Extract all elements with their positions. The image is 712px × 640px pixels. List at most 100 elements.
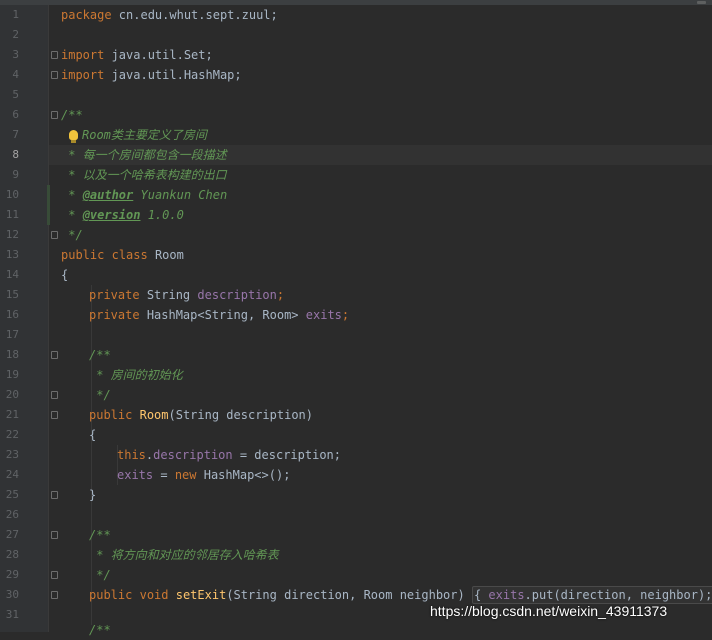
code-line-19[interactable]: * 房间的初始化 [89,365,183,385]
code-line-22[interactable]: { [89,425,96,445]
code-line-28[interactable]: * 将方向和对应的邻居存入哈希表 [89,545,279,565]
fold-icon[interactable] [51,391,58,399]
scroll-marker [697,1,706,4]
code-line-4[interactable]: import java.util.HashMap; [61,65,242,85]
line-number[interactable]: 22 [0,425,19,445]
line-number[interactable]: 19 [0,365,19,385]
comment: /** [89,348,111,362]
code-line-31[interactable]: /** [89,620,111,640]
code-line-27[interactable]: /** [89,525,111,545]
line-number[interactable]: 27 [0,525,19,545]
keyword: public [89,408,133,422]
line-number[interactable]: 8 [0,145,19,165]
code-line-8[interactable]: * 每一个房间都包含一段描述 [61,145,227,165]
keyword: void [139,588,169,602]
code-line-20[interactable]: */ [89,385,110,405]
keyword: private [89,308,140,322]
fold-icon[interactable] [51,231,58,239]
fold-icon[interactable] [51,491,58,499]
line-number[interactable]: 11 [0,205,19,225]
code-line-23[interactable]: this.description = description; [117,445,341,465]
code-line-3[interactable]: import java.util.Set; [61,45,213,65]
line-number[interactable]: 14 [0,265,19,285]
fold-icon[interactable] [51,571,58,579]
fold-icon[interactable] [51,351,58,359]
brace: } [89,488,97,502]
line-number[interactable]: 9 [0,165,19,185]
lightbulb-icon[interactable] [69,130,78,143]
line-number[interactable]: 10 [0,185,19,205]
semicolon: ; [276,288,285,302]
line-number[interactable]: 6 [0,105,19,125]
fold-icon[interactable] [51,591,58,599]
line-number[interactable]: 17 [0,325,19,345]
code-line-13[interactable]: public class Room [61,245,184,265]
code-line-11[interactable]: * @version 1.0.0 [61,205,184,225]
line-number[interactable]: 5 [0,85,19,105]
line-number[interactable]: 31 [0,605,19,625]
comment: * 以及一个哈希表构建的出口 [61,168,227,182]
code-line-24[interactable]: exits = new HashMap<>(); [117,465,290,485]
line-number[interactable]: 25 [0,485,19,505]
line-number[interactable]: 13 [0,245,19,265]
comment: * 将方向和对应的邻居存入哈希表 [89,548,279,562]
comment: 1.0.0 [140,208,184,222]
fold-icon[interactable] [51,111,58,119]
code-line-21[interactable]: public Room(String description) [89,405,313,425]
keyword: new [174,468,197,482]
line-number[interactable]: 26 [0,505,19,525]
code-line-25[interactable]: } [89,485,96,505]
line-number[interactable]: 15 [0,285,19,305]
line-number[interactable]: 2 [0,25,19,45]
type-name: String [146,288,191,302]
line-number[interactable]: 28 [0,545,19,565]
line-number[interactable]: 3 [0,45,19,65]
code-line-15[interactable]: private String description; [89,285,284,305]
line-number[interactable]: 7 [0,125,19,145]
line-number[interactable]: 16 [0,305,19,325]
line-number[interactable]: 12 [0,225,19,245]
comment: * [61,208,83,222]
keyword: this [117,448,146,462]
code-line-9[interactable]: * 以及一个哈希表构建的出口 [61,165,227,185]
line-number[interactable]: 20 [0,385,19,405]
type-name: HashMap<String, Room> [146,308,299,322]
code-text: java.util.Set; [104,48,213,62]
watermark: https://blog.csdn.net/weixin_43911373 [430,603,668,619]
line-number[interactable]: 21 [0,405,19,425]
parameters: (String description) [168,408,314,422]
fold-icon[interactable] [51,531,58,539]
code-line-12[interactable]: */ [61,225,82,245]
code-line-16[interactable]: private HashMap<String, Room> exits; [89,305,349,325]
javadoc-tag: @version [82,208,141,222]
comment: /** [89,528,111,542]
folded-method-body[interactable]: { exits.put(direction, neighbor); } [471,586,712,604]
line-number[interactable]: 1 [0,5,19,25]
line-number[interactable]: 18 [0,345,19,365]
code-line-1[interactable]: package cn.edu.whut.sept.zuul; [61,5,278,25]
keyword: public [89,588,133,602]
keyword: import [61,48,105,62]
code-line-29[interactable]: */ [89,565,110,585]
comment: * 房间的初始化 [89,368,183,382]
code-line-7[interactable]: Room类主要定义了房间 [82,125,207,145]
parameters: (String direction, Room neighbor) [226,588,465,602]
line-number[interactable]: 4 [0,65,19,85]
code-line-14[interactable]: { [61,265,68,285]
line-number[interactable]: 24 [0,465,19,485]
fold-icon[interactable] [51,411,58,419]
line-number[interactable]: 30 [0,585,19,605]
code-text: cn.edu.whut.sept.zuul; [111,8,278,22]
line-number[interactable]: 29 [0,565,19,585]
code-line-6[interactable]: /** [61,105,83,125]
code-line-18[interactable]: /** [89,345,111,365]
code-text: = description; [232,448,341,462]
code-line-10[interactable]: * @author Yuankun Chen [61,185,227,205]
class-name: Room [154,248,184,262]
fold-icon[interactable] [51,51,58,59]
code-line-30[interactable]: public void setExit(String direction, Ro… [89,585,712,605]
fold-icon[interactable] [51,71,58,79]
semicolon: ; [341,308,350,322]
comment: * 每一个房间都包含一段描述 [61,148,227,162]
line-number[interactable]: 23 [0,445,19,465]
